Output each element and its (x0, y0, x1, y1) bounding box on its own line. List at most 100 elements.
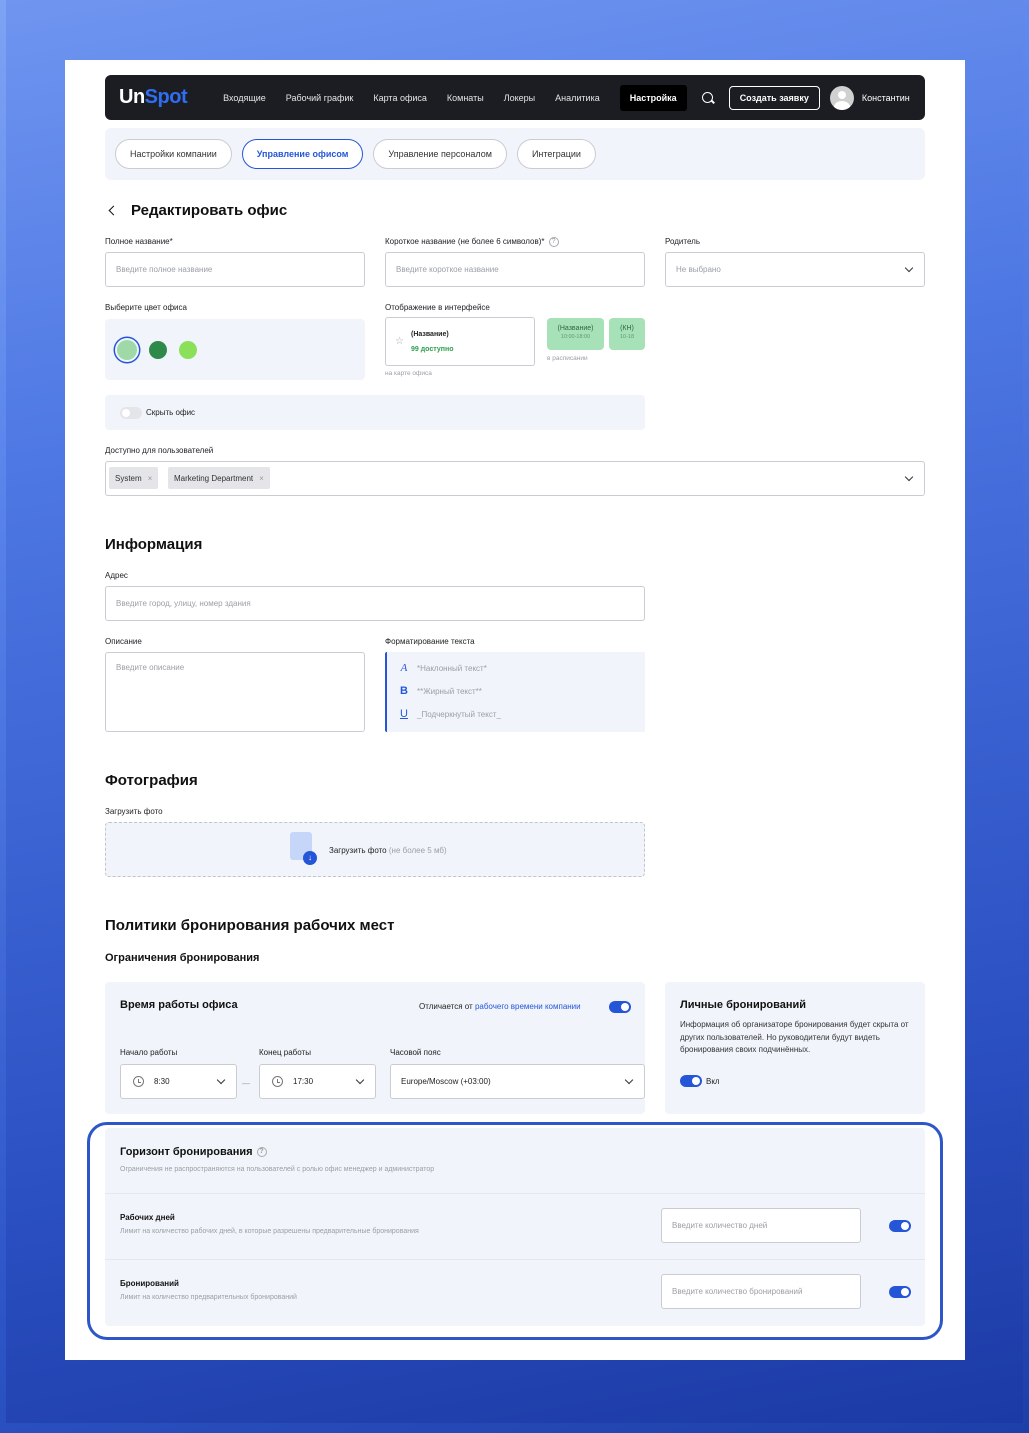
timezone-label: Часовой пояс (390, 1048, 441, 1057)
chevron-down-icon (624, 1075, 634, 1084)
nav-item-lockers[interactable]: Локеры (504, 93, 535, 103)
chip-label: System (115, 473, 142, 483)
office-hours-title: Время работы офиса (120, 999, 238, 1011)
clock-icon (133, 1076, 144, 1087)
upload-text: Загрузить фото (не более 5 мб) (329, 846, 447, 855)
company-hours-link[interactable]: рабочего времени компании (475, 1002, 581, 1011)
nav-item-schedule[interactable]: Рабочий график (286, 93, 354, 103)
differs-prefix: Отличается от (419, 1002, 473, 1011)
end-time-select[interactable]: 17:30 (259, 1064, 376, 1099)
schedule-caption: в расписании (547, 355, 588, 362)
nav-item-settings[interactable]: Настройка (619, 84, 687, 111)
timezone-select[interactable]: Europe/Moscow (+03:00) (390, 1064, 645, 1099)
badge-name: (Название) (557, 325, 594, 332)
office-hours-panel: Время работы офиса Отличается от рабочег… (105, 982, 645, 1114)
schedule-badge-short: (КН) 10-18 (609, 318, 645, 350)
start-time-value: 8:30 (154, 1077, 170, 1086)
photo-section-title: Фотография (105, 772, 198, 789)
personal-bookings-desc: Информация об организаторе бронирования … (680, 1020, 909, 1054)
settings-page: UnSpot Входящие Рабочий график Карта офи… (65, 60, 965, 1360)
upload-action: Загрузить фото (329, 846, 387, 855)
settings-tabs: Настройки компании Управление офисом Упр… (105, 128, 925, 180)
upload-photo-label: Загрузить фото (105, 807, 163, 816)
format-example: _Подчеркнутый текст_ (417, 709, 501, 719)
map-preview-card: ☆ (Название) 99 доступно (385, 317, 535, 366)
format-example: *Наклонный текст* (417, 663, 487, 673)
upload-limit: (не более 5 мб) (388, 846, 447, 855)
download-icon: ↓ (303, 851, 317, 865)
tab-integrations[interactable]: Интеграции (516, 139, 596, 169)
search-icon[interactable] (701, 91, 715, 105)
nav-item-rooms[interactable]: Комнаты (447, 93, 484, 103)
differs-toggle[interactable] (609, 1001, 631, 1013)
preview-name: (Название) (411, 331, 449, 338)
office-color-label: Выберите цвет офиса (105, 303, 187, 312)
hide-office-toggle[interactable] (120, 407, 142, 419)
format-row: U _Подчеркнутый текст_ (399, 708, 501, 720)
description-label: Описание (105, 637, 142, 646)
chevron-down-icon (904, 472, 914, 481)
star-icon: ☆ (395, 336, 404, 347)
start-time-select[interactable]: 8:30 (120, 1064, 237, 1099)
full-name-label: Полное название* (105, 237, 173, 246)
booking-limits-subtitle: Ограничения бронирования (105, 952, 260, 964)
differs-text: Отличается от рабочего времени компании (419, 1002, 581, 1011)
format-help-box: A *Наклонный текст* B **Жирный текст** U _П… (385, 652, 645, 732)
back-arrow-icon[interactable] (107, 206, 117, 216)
personal-bookings-toggle[interactable] (680, 1075, 702, 1087)
nav-item-analytics[interactable]: Аналитика (555, 93, 600, 103)
parent-select[interactable]: Не выбрано (665, 252, 925, 287)
close-icon[interactable]: × (259, 474, 264, 483)
preview-available: 99 доступно (411, 346, 454, 353)
full-name-input[interactable]: Введите полное название (105, 252, 365, 287)
create-request-button[interactable]: Создать заявку (728, 85, 820, 110)
close-icon[interactable]: × (148, 474, 153, 483)
available-users-label: Доступно для пользователей (105, 446, 214, 455)
tab-staff-management[interactable]: Управление персоналом (373, 139, 507, 169)
short-name-input[interactable]: Введите короткое название (385, 252, 645, 287)
nav-item-office-map[interactable]: Карта офиса (373, 93, 427, 103)
clock-icon (272, 1076, 283, 1087)
chevron-down-icon (904, 263, 914, 272)
tab-office-management[interactable]: Управление офисом (241, 139, 364, 169)
map-caption: на карте офиса (385, 370, 432, 377)
format-label: Форматирование текста (385, 637, 475, 646)
nav-item-inbox[interactable]: Входящие (223, 93, 266, 103)
time-dash: — (242, 1079, 250, 1088)
timezone-value: Europe/Moscow (+03:00) (401, 1077, 491, 1086)
color-option-dark-green[interactable] (149, 341, 167, 359)
schedule-badge-name: (Название) 10:00-18:00 (547, 318, 604, 350)
badge-short: (КН) (620, 325, 634, 332)
top-navbar: UnSpot Входящие Рабочий график Карта офи… (105, 75, 925, 120)
badge-short-time: 10-18 (619, 334, 635, 340)
parent-select-value: Не выбрано (676, 265, 721, 274)
address-input[interactable]: Введите город, улицу, номер здания (105, 586, 645, 621)
bold-icon: B (400, 685, 408, 697)
info-section-title: Информация (105, 536, 203, 553)
color-option-lime[interactable] (179, 341, 197, 359)
parent-label: Родитель (665, 237, 700, 246)
end-time-label: Конец работы (259, 1048, 311, 1057)
user-name[interactable]: Константин (862, 93, 910, 103)
user-chip: Marketing Department × (168, 467, 270, 489)
tab-company-settings[interactable]: Настройки компании (115, 139, 232, 169)
start-time-label: Начало работы (120, 1048, 178, 1057)
badge-time: 10:00-18:00 (560, 334, 591, 340)
personal-toggle-label: Вкл (706, 1077, 720, 1086)
description-textarea[interactable]: Введите описание (105, 652, 365, 732)
color-option-light-green[interactable] (117, 340, 137, 360)
user-chip: System × (109, 467, 159, 489)
help-icon[interactable]: ? (548, 237, 559, 247)
hide-office-label: Скрыть офис (146, 408, 196, 417)
personal-bookings-panel: Личные бронирований Информация об органи… (665, 982, 925, 1114)
format-row: A *Наклонный текст* (399, 662, 487, 674)
format-row: B **Жирный текст** (399, 685, 482, 697)
photo-upload-dropzone[interactable]: ↓ Загрузить фото (не более 5 мб) (105, 822, 645, 877)
address-label: Адрес (105, 571, 128, 580)
personal-bookings-title: Личные бронирований (680, 999, 807, 1011)
avatar[interactable] (829, 85, 854, 110)
unspot-logo[interactable]: UnSpot (119, 86, 188, 109)
hide-office-panel: Скрыть офис (105, 395, 645, 430)
short-name-label: Короткое название (не более 6 символов)*… (385, 237, 559, 247)
underline-icon: U (400, 708, 408, 720)
